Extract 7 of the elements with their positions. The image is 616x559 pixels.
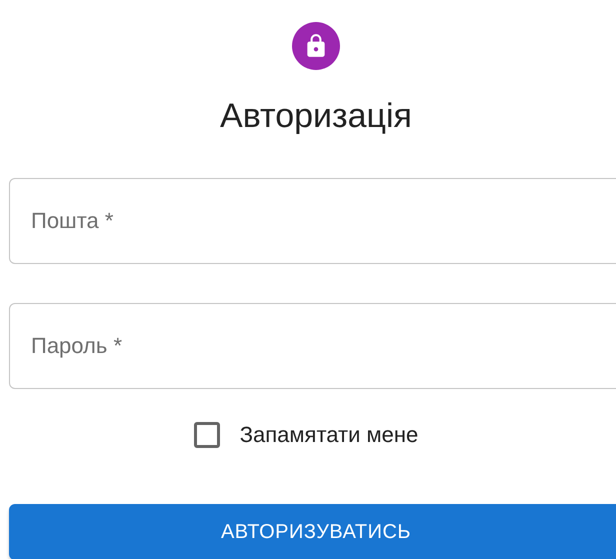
form-title: Авторизація — [220, 96, 412, 137]
checkbox[interactable] — [194, 422, 220, 448]
lock-avatar-icon — [292, 22, 340, 70]
text-field[interactable]: Пароль * — [9, 303, 616, 389]
checkbox-label: Запамятати мене — [240, 422, 418, 448]
text-field[interactable]: Пошта * — [9, 178, 616, 264]
sign-in-button[interactable]: АВТОРИЗУВАТИСЬ — [9, 504, 616, 559]
